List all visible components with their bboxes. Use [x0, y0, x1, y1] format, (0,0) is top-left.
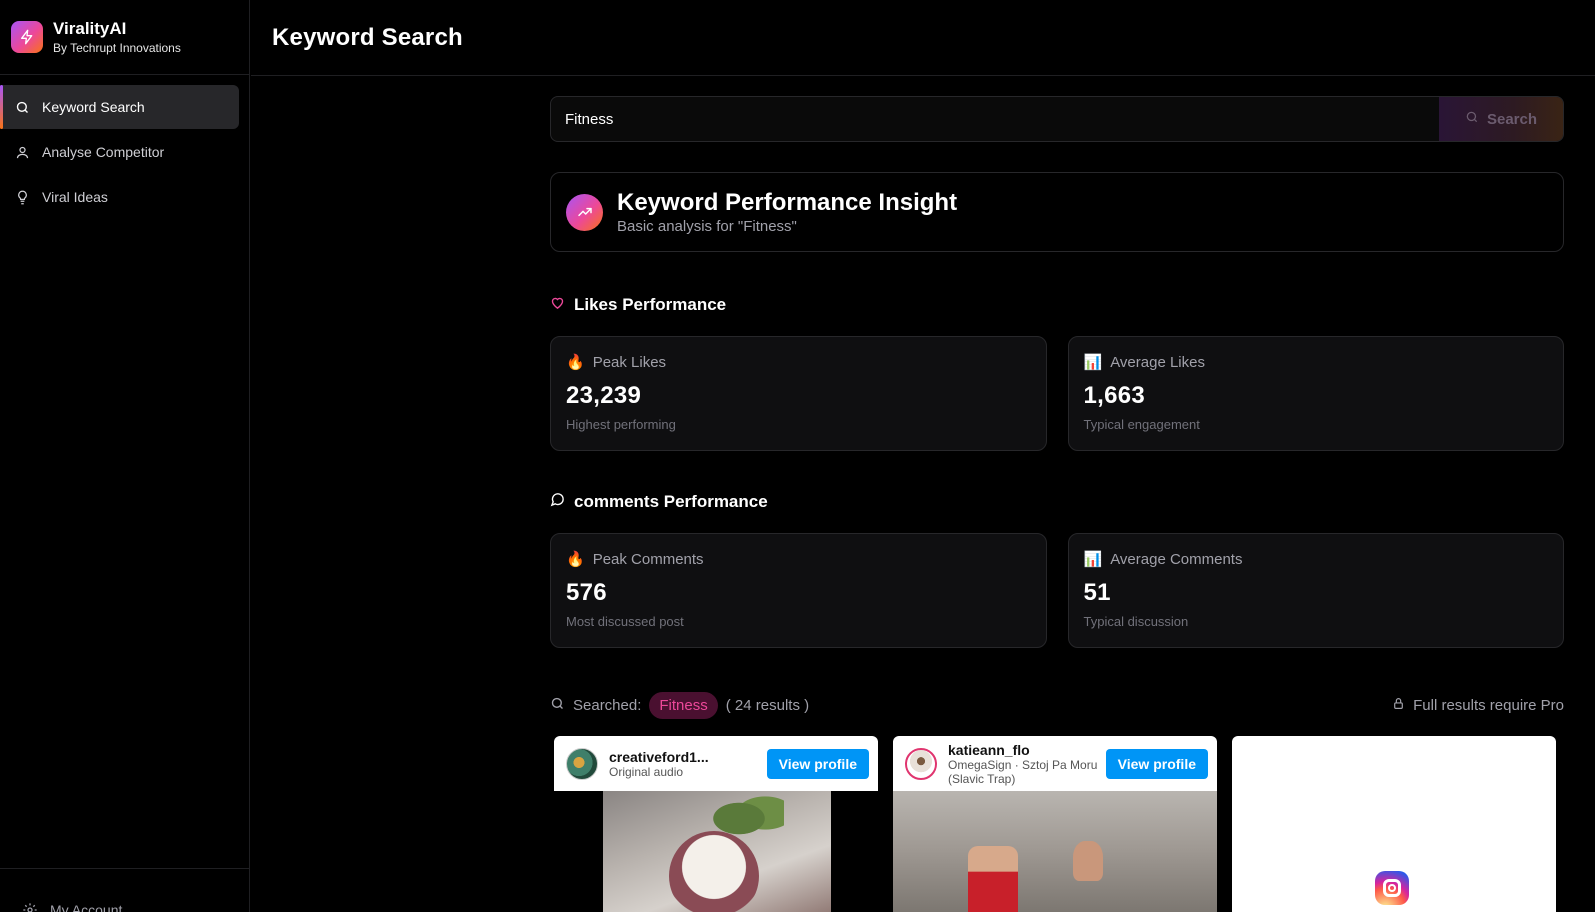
my-account-label: My Account [50, 902, 123, 912]
average-likes-value: 1,663 [1083, 382, 1146, 409]
insight-card: Keyword Performance Insight Basic analys… [550, 172, 1564, 252]
search-input[interactable] [551, 97, 1439, 141]
search-icon [1465, 110, 1479, 128]
average-likes-note: Typical engagement [1083, 417, 1200, 432]
peak-comments-value: 576 [566, 579, 607, 606]
average-likes-label: Average Likes [1110, 353, 1205, 371]
peak-likes-label: Peak Likes [592, 353, 667, 371]
sidebar-nav: Keyword Search Analyse Competitor Viral … [0, 75, 249, 219]
bar-chart-icon: 📊 [1083, 354, 1103, 371]
sidebar-item-label: Keyword Search [42, 99, 145, 115]
sidebar-item-label: Viral Ideas [42, 189, 108, 205]
gear-icon [22, 902, 38, 912]
pro-note: Full results require Pro [1413, 697, 1564, 714]
view-profile-button[interactable]: View profile [766, 748, 869, 779]
keyword-badge: Fitness [649, 692, 718, 719]
post-image[interactable] [893, 791, 1217, 912]
post-username[interactable]: creativeford1... [609, 749, 767, 765]
searched-label: Searched: [573, 697, 642, 714]
post-card[interactable]: katieann_flo OmegaSign · Sztoj Pa Moru (… [893, 736, 1217, 912]
page-title: Keyword Search [272, 23, 463, 51]
brand-name: ViralityAI [53, 19, 127, 38]
post-card[interactable]: creativeford1... Original audio View pro… [554, 736, 878, 912]
comments-cards: 🔥 Peak Comments 576 Most discussed post … [550, 533, 1564, 648]
post-card-loading[interactable] [1232, 736, 1556, 912]
sidebar-item-keyword-search[interactable]: Keyword Search [0, 85, 239, 129]
search-icon [550, 696, 565, 715]
average-comments-card: 📊 Average Comments 51 Typical discussion [1067, 533, 1564, 648]
search-button-label: Search [1486, 110, 1538, 128]
peak-likes-note: Highest performing [566, 417, 676, 432]
heart-icon [550, 295, 565, 315]
likes-section-title: Likes Performance [550, 295, 1564, 315]
likes-title: Likes Performance [574, 295, 727, 314]
trending-up-icon [566, 193, 603, 231]
brand: ViralityAI By Techrupt Innovations [0, 0, 249, 75]
lightbulb-icon [14, 189, 30, 205]
search-icon [14, 99, 30, 115]
posts-grid: creativeford1... Original audio View pro… [550, 736, 1564, 912]
sidebar-item-analyse-competitor[interactable]: Analyse Competitor [2, 130, 239, 174]
search-bar: Search [550, 96, 1564, 142]
main-content: Search Keyword Performance Insight Basic… [550, 96, 1564, 912]
my-account-link[interactable]: My Account [0, 868, 249, 912]
fire-icon: 🔥 [566, 354, 585, 371]
post-audio: Original audio [609, 764, 684, 779]
fire-icon: 🔥 [566, 551, 585, 568]
insight-title: Keyword Performance Insight [617, 189, 958, 216]
message-circle-icon [550, 492, 565, 512]
peak-comments-note: Most discussed post [566, 614, 684, 629]
post-username[interactable]: katieann_flo [948, 742, 1106, 758]
results-count: ( 24 results ) [725, 697, 810, 714]
brand-subtitle: By Techrupt Innovations [53, 41, 181, 55]
comments-section-title: comments Performance [550, 492, 1564, 512]
sidebar-item-viral-ideas[interactable]: Viral Ideas [2, 175, 239, 219]
peak-comments-label: Peak Comments [592, 550, 704, 568]
bar-chart-icon: 📊 [1083, 551, 1103, 568]
user-icon [14, 144, 30, 160]
sidebar: ViralityAI By Techrupt Innovations Keywo… [0, 0, 250, 912]
peak-likes-value: 23,239 [566, 382, 642, 409]
peak-likes-card: 🔥 Peak Likes 23,239 Highest performing [550, 336, 1047, 451]
average-comments-label: Average Comments [1110, 550, 1243, 568]
insight-subtitle: Basic analysis for "Fitness" [617, 218, 797, 235]
likes-cards: 🔥 Peak Likes 23,239 Highest performing 📊… [550, 336, 1564, 451]
instagram-icon [1375, 871, 1409, 905]
bolt-icon [11, 21, 43, 53]
app-root: ViralityAI By Techrupt Innovations Keywo… [0, 0, 1595, 912]
page-header: Keyword Search [251, 0, 1595, 76]
sidebar-item-label: Analyse Competitor [42, 144, 165, 160]
post-image[interactable] [554, 791, 878, 912]
peak-comments-card: 🔥 Peak Comments 576 Most discussed post [550, 533, 1047, 648]
average-comments-value: 51 [1083, 579, 1111, 606]
comments-title: comments Performance [574, 492, 768, 511]
average-comments-note: Typical discussion [1083, 614, 1189, 629]
results-bar: Searched: Fitness ( 24 results ) Full re… [550, 692, 1564, 719]
lock-icon [1392, 697, 1405, 714]
search-button[interactable]: Search [1439, 97, 1563, 141]
avatar[interactable] [905, 747, 937, 780]
post-audio: OmegaSign · Sztoj Pa Moru (Slavic Trap) [948, 757, 1098, 786]
view-profile-button[interactable]: View profile [1105, 748, 1208, 779]
average-likes-card: 📊 Average Likes 1,663 Typical engagement [1067, 336, 1564, 451]
avatar[interactable] [566, 747, 598, 780]
